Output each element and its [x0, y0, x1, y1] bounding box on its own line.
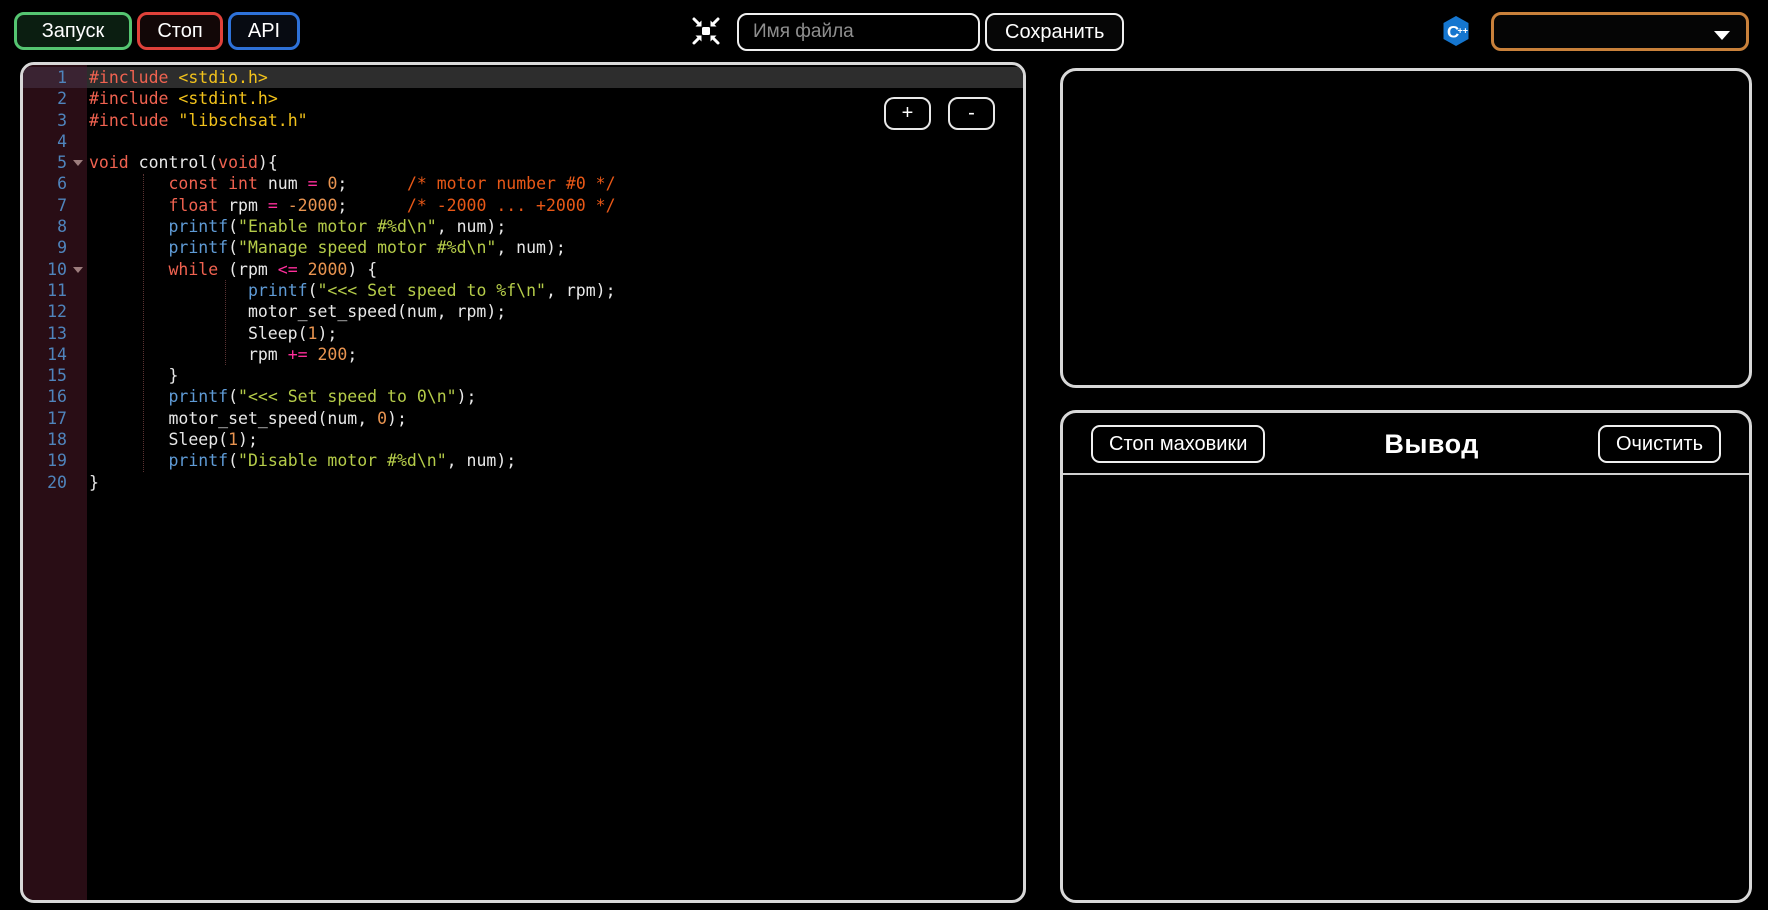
line-number: 2: [23, 88, 87, 109]
line-number: 16: [23, 386, 87, 407]
code-line[interactable]: 11 printf("<<< Set speed to %f\n", rpm);: [23, 280, 1023, 301]
line-number: 5: [23, 152, 87, 173]
run-button[interactable]: Запуск: [14, 12, 132, 50]
code-line[interactable]: 12 motor_set_speed(num, rpm);: [23, 301, 1023, 322]
line-number: 9: [23, 237, 87, 258]
code-line[interactable]: 14 rpm += 200;: [23, 344, 1023, 365]
line-number: 19: [23, 450, 87, 471]
line-number: 17: [23, 408, 87, 429]
code-line[interactable]: 13 Sleep(1);: [23, 323, 1023, 344]
clear-output-button[interactable]: Очистить: [1598, 425, 1721, 463]
code-line[interactable]: 1#include <stdio.h>: [23, 67, 1023, 88]
code-line[interactable]: 5void control(void){: [23, 152, 1023, 173]
output-header: Стоп маховики Вывод Очистить: [1063, 413, 1749, 475]
filename-input[interactable]: [737, 13, 980, 51]
line-number: 13: [23, 323, 87, 344]
code-line[interactable]: 7 float rpm = -2000; /* -2000 ... +2000 …: [23, 195, 1023, 216]
line-number: 11: [23, 280, 87, 301]
svg-text:++: ++: [1458, 26, 1469, 36]
code-line[interactable]: 19 printf("Disable motor #%d\n", num);: [23, 450, 1023, 471]
code-line[interactable]: 3#include "libschsat.h": [23, 110, 1023, 131]
code-editor[interactable]: 1#include <stdio.h>2#include <stdint.h>3…: [20, 62, 1026, 903]
visualization-panel: [1060, 68, 1752, 388]
save-button[interactable]: Сохранить: [985, 13, 1124, 51]
api-button[interactable]: API: [228, 12, 300, 50]
code-line[interactable]: 17 motor_set_speed(num, 0);: [23, 408, 1023, 429]
cpp-logo: C ++: [1441, 15, 1471, 47]
code-line[interactable]: 9 printf("Manage speed motor #%d\n", num…: [23, 237, 1023, 258]
fold-arrow-icon[interactable]: [73, 160, 83, 166]
code-line[interactable]: 15 }: [23, 365, 1023, 386]
code-rows: 1#include <stdio.h>2#include <stdint.h>3…: [23, 65, 1023, 493]
code-line[interactable]: 20}: [23, 472, 1023, 493]
code-line[interactable]: 2#include <stdint.h>: [23, 88, 1023, 109]
font-increase-button[interactable]: +: [884, 97, 931, 130]
stop-flywheels-button[interactable]: Стоп маховики: [1091, 425, 1265, 463]
code-line[interactable]: 6 const int num = 0; /* motor number #0 …: [23, 173, 1023, 194]
fold-arrow-icon[interactable]: [73, 267, 83, 273]
line-number: 8: [23, 216, 87, 237]
line-number: 4: [23, 131, 87, 152]
compress-icon[interactable]: [691, 16, 721, 46]
line-number: 18: [23, 429, 87, 450]
output-content: [1063, 475, 1749, 855]
app-window: Запуск Стоп API Сохранить C ++: [0, 0, 1768, 910]
line-number: 15: [23, 365, 87, 386]
code-line[interactable]: 10 while (rpm <= 2000) {: [23, 259, 1023, 280]
code-line[interactable]: 18 Sleep(1);: [23, 429, 1023, 450]
code-line[interactable]: 4: [23, 131, 1023, 152]
output-title: Вывод: [1384, 429, 1479, 460]
line-number: 20: [23, 472, 87, 493]
code-line[interactable]: 16 printf("<<< Set speed to 0\n");: [23, 386, 1023, 407]
line-number: 12: [23, 301, 87, 322]
file-select[interactable]: [1491, 12, 1749, 51]
line-number: 7: [23, 195, 87, 216]
line-number: 1: [23, 67, 87, 88]
line-number: 10: [23, 259, 87, 280]
font-decrease-button[interactable]: -: [948, 97, 995, 130]
line-number: 3: [23, 110, 87, 131]
code-line[interactable]: 8 printf("Enable motor #%d\n", num);: [23, 216, 1023, 237]
output-panel: Стоп маховики Вывод Очистить: [1060, 410, 1752, 903]
line-number: 14: [23, 344, 87, 365]
stop-button[interactable]: Стоп: [137, 12, 223, 50]
dropdown-caret-icon: [1714, 31, 1730, 40]
line-number: 6: [23, 173, 87, 194]
